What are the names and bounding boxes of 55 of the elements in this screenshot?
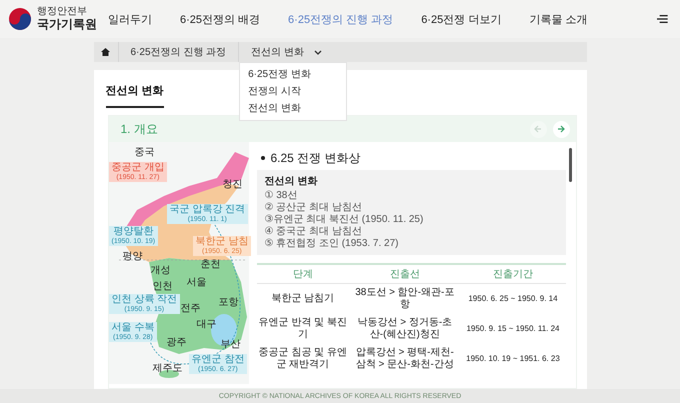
table-cell: 북한군 남침기 xyxy=(256,284,350,314)
home-icon[interactable] xyxy=(101,48,110,56)
place-label: 개성 xyxy=(150,266,170,276)
nav-link[interactable]: 일러두기 xyxy=(108,12,152,26)
table-cell-text: 중공군 침공 및 유엔군 재반격기 xyxy=(258,346,348,372)
ministry-name: 행정안전부 xyxy=(37,7,88,18)
next-button[interactable] xyxy=(552,120,570,138)
page-title-tab[interactable]: 전선의 변화 xyxy=(106,83,164,108)
place-label: 대구 xyxy=(196,320,216,330)
legend-item: ④ 중국군 최대 남침선 xyxy=(264,226,363,238)
agency-name: 국가기록원 xyxy=(37,18,97,31)
table-cell-text: 낙동강선 > 정거동-초산-(혜산진)청진 xyxy=(356,316,454,342)
section-title: 1. 개요 xyxy=(120,120,158,138)
place-label: 전주 xyxy=(180,304,200,314)
place-label: 제주도 xyxy=(152,364,182,374)
arrow-right-icon xyxy=(557,125,565,133)
table-cell-text: 유엔군 반격 및 북진기 xyxy=(258,316,348,342)
place-label: 인천 xyxy=(152,282,172,292)
breadcrumb-link[interactable]: 6·25전쟁의 진행 과정 xyxy=(130,45,226,59)
legend-item: ③유엔군 최대 북진선 (1950. 11. 25) xyxy=(264,214,424,226)
place-label: 평양 xyxy=(122,252,142,262)
legend-title: 전선의 변화 xyxy=(264,175,318,188)
table-cell: 1950. 6. 25 ~ 1950. 9. 14 xyxy=(460,284,566,314)
nav-link[interactable]: 6·25전쟁의 배경 xyxy=(180,12,260,26)
chevron-down-icon[interactable] xyxy=(314,50,322,54)
place-label: 서울 xyxy=(186,278,206,288)
nav-link[interactable]: 기록물 소개 xyxy=(529,12,588,26)
place-label: 포항 xyxy=(218,298,238,308)
taegeuk-logo-icon xyxy=(8,7,32,31)
table-cell: 38도선 > 함안-왜관-포항 xyxy=(349,284,460,314)
place-label: 광주 xyxy=(166,338,186,348)
nav-link[interactable]: 6·25전쟁 더보기 xyxy=(421,12,502,26)
table-cell-text: 1950. 10. 19 ~ 1951. 6. 23 xyxy=(465,353,561,365)
column-header: 진출선 xyxy=(349,264,460,284)
menu-icon[interactable] xyxy=(657,12,668,26)
bullet-icon xyxy=(260,156,264,160)
legend-item: ① 38선 xyxy=(264,190,298,202)
table-cell-text: 1950. 9. 15 ~ 1950. 11. 24 xyxy=(465,323,560,335)
scrollbar[interactable] xyxy=(568,148,572,182)
place-label: 청진 xyxy=(222,180,242,190)
legend-item: ⑤ 휴전협정 조인 (1953. 7. 27) xyxy=(264,238,400,250)
nav-link[interactable]: 6·25전쟁의 진행 과정 xyxy=(288,12,394,26)
dropdown-item[interactable]: 6·25전쟁 변화 xyxy=(248,67,338,82)
dropdown-item[interactable]: 전선의 변화 xyxy=(248,101,338,116)
place-label: 춘천 xyxy=(200,260,220,270)
column-header: 진출기간 xyxy=(460,264,566,284)
arrow-left-icon xyxy=(534,125,542,133)
legend-item: ② 공산군 최대 남침선 xyxy=(264,202,363,214)
table-cell-text: 압록강선 > 평택-제천-삼척 > 문산-화천-간성 xyxy=(354,346,455,372)
place-label: 중국 xyxy=(134,148,154,158)
place-label: 부산 xyxy=(220,340,240,350)
summary-heading: 6.25 전쟁 변화상 xyxy=(270,150,361,166)
breadcrumb-link[interactable]: 전선의 변화 xyxy=(251,45,304,59)
dropdown-item[interactable]: 전쟁의 시작 xyxy=(248,84,338,99)
column-header: 단계 xyxy=(256,264,350,284)
